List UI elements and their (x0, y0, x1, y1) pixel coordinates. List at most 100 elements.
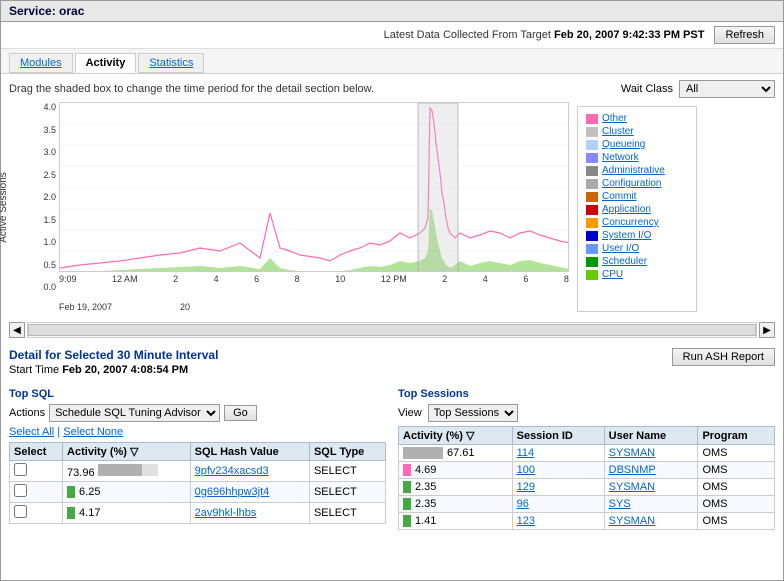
legend-label-userio: User I/O (602, 243, 639, 254)
run-ash-button[interactable]: Run ASH Report (672, 348, 775, 366)
row2-color-indicator (67, 486, 75, 498)
tab-statistics[interactable]: Statistics (138, 53, 204, 73)
tabs-bar: Modules Activity Statistics (1, 49, 783, 74)
row2-checkbox[interactable] (14, 484, 27, 497)
legend-label-application: Application (602, 204, 651, 215)
srow2-program: OMS (698, 462, 775, 479)
legend-item-cluster[interactable]: Cluster (586, 126, 688, 137)
x-label-9: 4 (483, 274, 488, 302)
srow1-program: OMS (698, 445, 775, 462)
row1-select[interactable] (10, 461, 63, 482)
x-label-7: 12 PM (381, 274, 407, 302)
start-time-value: Feb 20, 2007 4:08:54 PM (62, 364, 188, 376)
col-sqlhash: SQL Hash Value (190, 443, 309, 461)
srow3-sessionid-link[interactable]: 129 (517, 481, 535, 493)
scroll-thumb[interactable] (28, 324, 756, 336)
select-none-link[interactable]: Select None (63, 426, 123, 438)
srow1-username-link[interactable]: SYSMAN (609, 447, 655, 459)
srow3-indicator (403, 481, 411, 493)
srow5-username: SYSMAN (604, 513, 698, 530)
srow5-username-link[interactable]: SYSMAN (609, 515, 655, 527)
legend-label-concurrency: Concurrency (602, 217, 659, 228)
scroll-track[interactable] (27, 322, 757, 338)
row3-sqlhash-link[interactable]: 2av9hkl-lhbs (195, 507, 257, 519)
tab-activity[interactable]: Activity (75, 53, 137, 73)
chart-plot[interactable] (59, 102, 569, 272)
refresh-button[interactable]: Refresh (714, 26, 775, 44)
srow3-username-link[interactable]: SYSMAN (609, 481, 655, 493)
row2-sqlhash-link[interactable]: 0g696hhpw3jt4 (195, 486, 270, 498)
legend-label-cpu: CPU (602, 269, 623, 280)
row2-select[interactable] (10, 482, 63, 503)
chart-svg (60, 103, 568, 271)
latest-data-label: Latest Data Collected From Target Feb 20… (384, 29, 705, 41)
row3-sqltype: SELECT (309, 503, 385, 524)
legend-item-administrative[interactable]: Administrative (586, 165, 688, 176)
srow4-username-link[interactable]: SYS (609, 498, 631, 510)
row3-select[interactable] (10, 503, 63, 524)
table-row: 1.41 123 SYSMAN OMS (399, 513, 775, 530)
legend-item-network[interactable]: Network (586, 152, 688, 163)
start-time-label: Start Time (9, 364, 59, 376)
row1-sqlhash-link[interactable]: 9pfv234xacsd3 (195, 465, 269, 477)
legend-item-scheduler[interactable]: Scheduler (586, 256, 688, 267)
row1-checkbox[interactable] (14, 463, 27, 476)
actions-select[interactable]: Schedule SQL Tuning Advisor (49, 404, 220, 422)
legend-color-systemio (586, 231, 598, 241)
srow4-sessionid-link[interactable]: 96 (517, 498, 529, 510)
srow5-sessionid-link[interactable]: 123 (517, 515, 535, 527)
srow4-activity: 2.35 (399, 496, 513, 513)
srow3-username: SYSMAN (604, 479, 698, 496)
y-val-0: 0.0 (27, 282, 56, 292)
legend-item-queueing[interactable]: Queueing (586, 139, 688, 150)
drag-hint: Drag the shaded box to change the time p… (9, 83, 374, 95)
legend-label-queueing: Queueing (602, 139, 645, 150)
legend-color-queueing (586, 140, 598, 150)
latest-data-value: Feb 20, 2007 9:42:33 PM PST (554, 29, 704, 41)
row3-activity: 4.17 (63, 503, 191, 524)
legend-item-other[interactable]: Other (586, 113, 688, 124)
legend-label-administrative: Administrative (602, 165, 665, 176)
y-val-25: 2.5 (27, 170, 56, 180)
scol-activity[interactable]: Activity (%) ▽ (399, 427, 513, 445)
table-row: 6.25 0g696hhpw3jt4 SELECT (10, 482, 386, 503)
legend-color-cluster (586, 127, 598, 137)
sql-table: Select Activity (%) ▽ SQL Hash Value SQL… (9, 442, 386, 524)
row1-sqltype: SELECT (309, 461, 385, 482)
scroll-left-btn[interactable]: ◀ (9, 322, 25, 338)
y-val-35: 3.5 (27, 125, 56, 135)
srow4-indicator (403, 498, 411, 510)
legend-item-cpu[interactable]: CPU (586, 269, 688, 280)
y-val-2: 2.0 (27, 192, 56, 202)
legend-item-concurrency[interactable]: Concurrency (586, 217, 688, 228)
srow2-username-link[interactable]: DBSNMP (609, 464, 656, 476)
srow4-program: OMS (698, 496, 775, 513)
detail-header-row: Detail for Selected 30 Minute Interval S… (9, 348, 775, 384)
legend-item-systemio[interactable]: System I/O (586, 230, 688, 241)
legend-label-other: Other (602, 113, 627, 124)
select-all-link[interactable]: Select All (9, 426, 54, 438)
legend-item-configuration[interactable]: Configuration (586, 178, 688, 189)
srow5-activity: 1.41 (399, 513, 513, 530)
view-select[interactable]: Top Sessions (428, 404, 518, 422)
y-val-3: 3.0 (27, 147, 56, 157)
x-label-2: 2 (173, 274, 178, 302)
col-activity[interactable]: Activity (%) ▽ (63, 443, 191, 461)
legend-item-userio[interactable]: User I/O (586, 243, 688, 254)
wait-class-select[interactable]: All Other Cluster Queueing Network Admin… (679, 80, 775, 98)
top-sessions-panel: Top Sessions View Top Sessions Activity … (398, 388, 775, 530)
srow3-activity: 2.35 (399, 479, 513, 496)
srow5-indicator (403, 515, 411, 527)
srow2-sessionid-link[interactable]: 100 (517, 464, 535, 476)
legend-color-administrative (586, 166, 598, 176)
srow1-sessionid-link[interactable]: 114 (517, 447, 535, 459)
legend-item-application[interactable]: Application (586, 204, 688, 215)
legend-color-network (586, 153, 598, 163)
tab-modules[interactable]: Modules (9, 53, 73, 73)
scroll-right-btn[interactable]: ▶ (759, 322, 775, 338)
legend-item-commit[interactable]: Commit (586, 191, 688, 202)
srow3-program: OMS (698, 479, 775, 496)
row3-checkbox[interactable] (14, 505, 27, 518)
page-title: Service: orac (9, 4, 84, 18)
go-button[interactable]: Go (224, 405, 257, 421)
